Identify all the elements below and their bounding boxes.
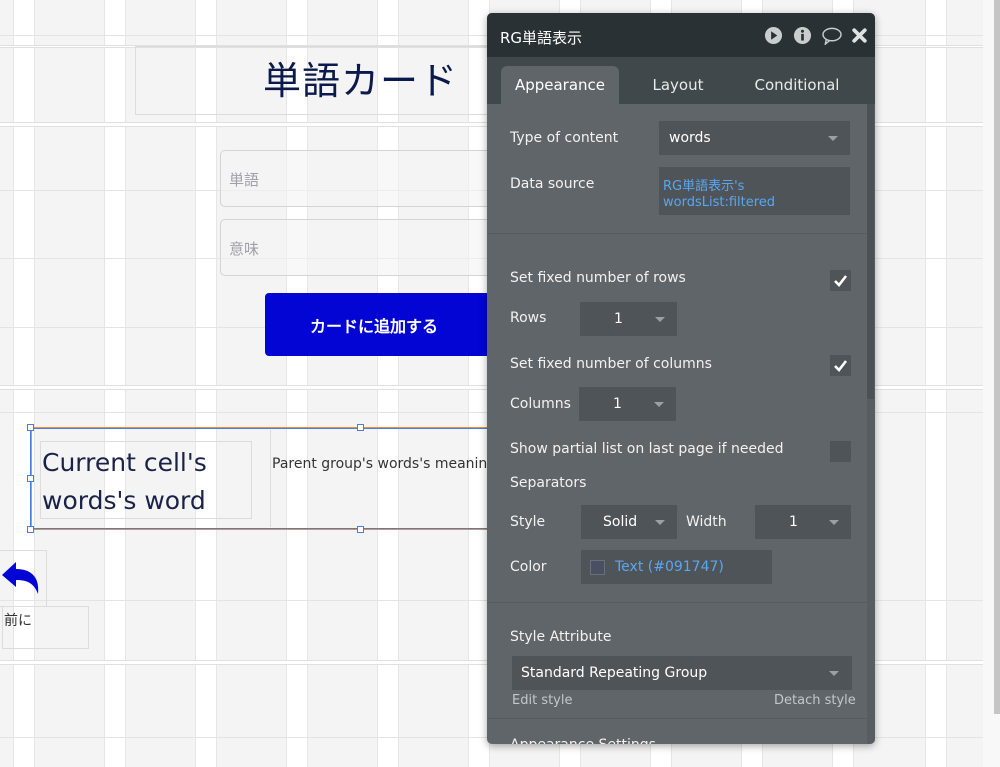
tab-layout[interactable]: Layout bbox=[627, 66, 729, 104]
selection-outline bbox=[30, 528, 490, 529]
grid-column-gap bbox=[104, 0, 126, 767]
word-input[interactable]: 単語 bbox=[220, 150, 500, 207]
resize-handle[interactable] bbox=[27, 475, 34, 482]
word-input-placeholder: 単語 bbox=[229, 171, 260, 189]
resize-handle[interactable] bbox=[357, 526, 364, 533]
section-divider bbox=[487, 602, 867, 603]
type-of-content-dropdown[interactable]: words bbox=[659, 121, 850, 155]
add-card-button[interactable]: カードに追加する bbox=[265, 293, 505, 356]
section-divider bbox=[487, 233, 867, 234]
back-label[interactable]: 前に bbox=[4, 610, 32, 630]
columns-dropdown[interactable]: 1 bbox=[579, 387, 676, 421]
grid-column-gap bbox=[195, 0, 217, 767]
separator-color-label: Color bbox=[510, 559, 547, 575]
section-divider bbox=[487, 718, 867, 719]
grid-column-gap bbox=[377, 0, 399, 767]
cell-meaning-box[interactable] bbox=[270, 430, 491, 527]
grid-column-gap bbox=[925, 0, 947, 767]
rows-label: Rows bbox=[510, 310, 547, 326]
tab-conditional[interactable]: Conditional bbox=[742, 66, 852, 104]
grid-column-gap bbox=[13, 0, 35, 767]
separator-color-picker[interactable]: Text (#091747) bbox=[581, 550, 772, 584]
separators-label: Separators bbox=[510, 475, 587, 491]
panel-tabs: Appearance Layout Conditional bbox=[487, 57, 875, 104]
checkmark-icon bbox=[834, 275, 848, 287]
tab-appearance[interactable]: Appearance bbox=[501, 66, 619, 104]
panel-header[interactable]: RG単語表示 bbox=[487, 13, 875, 57]
separator-color-value[interactable]: Text (#091747) bbox=[615, 559, 724, 575]
data-source-line2[interactable]: wordsList:filtered bbox=[663, 195, 775, 210]
columns-value: 1 bbox=[613, 396, 622, 412]
data-source-line1[interactable]: RG単語表示's bbox=[663, 175, 744, 194]
style-attribute-dropdown[interactable]: Standard Repeating Group bbox=[512, 656, 852, 690]
separator-style-dropdown[interactable]: Solid bbox=[581, 505, 677, 539]
grid-column-gap bbox=[286, 0, 308, 767]
chevron-down-icon bbox=[828, 136, 838, 141]
back-arrow-icon[interactable] bbox=[0, 556, 42, 598]
fixed-columns-label: Set fixed number of columns bbox=[510, 356, 712, 372]
page-scrollbar-thumb[interactable] bbox=[994, 0, 1000, 714]
chevron-down-icon bbox=[829, 671, 839, 676]
edit-style-link[interactable]: Edit style bbox=[512, 693, 572, 708]
type-of-content-label: Type of content bbox=[510, 130, 619, 146]
separator-width-value: 1 bbox=[789, 514, 798, 530]
fixed-rows-label: Set fixed number of rows bbox=[510, 270, 686, 286]
separator-width-label: Width bbox=[686, 514, 727, 530]
resize-handle[interactable] bbox=[27, 526, 34, 533]
detach-style-link[interactable]: Detach style bbox=[774, 693, 856, 708]
next-section-heading: Appearance Settings bbox=[510, 737, 656, 744]
data-source-label: Data source bbox=[510, 176, 595, 192]
partial-list-checkbox[interactable] bbox=[830, 441, 851, 462]
panel-body: Type of content words Data source RG単語表示… bbox=[487, 104, 875, 744]
chevron-down-icon bbox=[655, 317, 665, 322]
data-source-field[interactable]: RG単語表示's wordsList:filtered bbox=[659, 167, 850, 215]
checkmark-icon bbox=[834, 360, 848, 372]
style-attribute-value: Standard Repeating Group bbox=[521, 665, 708, 681]
play-icon[interactable] bbox=[764, 26, 783, 45]
meaning-input-placeholder: 意味 bbox=[229, 240, 260, 258]
separator-style-label: Style bbox=[510, 514, 546, 530]
chevron-down-icon bbox=[655, 520, 665, 525]
fixed-rows-checkbox[interactable] bbox=[830, 270, 851, 291]
cell-word-text[interactable]: Current cell's words's word bbox=[42, 444, 252, 520]
fixed-columns-checkbox[interactable] bbox=[830, 355, 851, 376]
partial-list-label: Show partial list on last page if needed bbox=[510, 441, 784, 457]
style-attribute-label: Style Attribute bbox=[510, 629, 612, 645]
rows-dropdown[interactable]: 1 bbox=[580, 302, 677, 336]
chevron-down-icon bbox=[654, 402, 664, 407]
selection-outline bbox=[30, 428, 490, 429]
comment-icon[interactable] bbox=[821, 26, 843, 45]
panel-scrollbar-thumb[interactable] bbox=[867, 104, 874, 399]
color-swatch[interactable] bbox=[590, 560, 605, 575]
panel-title: RG単語表示 bbox=[500, 29, 583, 47]
separator-style-value: Solid bbox=[603, 514, 638, 530]
page-title[interactable]: 単語カード bbox=[263, 50, 458, 105]
cell-meaning-text[interactable]: Parent group's words's meaning bbox=[272, 456, 487, 472]
separator-width-dropdown[interactable]: 1 bbox=[755, 505, 851, 539]
info-icon[interactable] bbox=[793, 26, 812, 45]
property-editor-panel: RG単語表示 Appearance Layout Conditional Typ… bbox=[487, 13, 875, 744]
columns-label: Columns bbox=[510, 396, 571, 412]
chevron-down-icon bbox=[829, 520, 839, 525]
close-icon[interactable] bbox=[851, 26, 868, 45]
resize-handle[interactable] bbox=[27, 424, 34, 431]
meaning-input[interactable]: 意味 bbox=[220, 219, 500, 276]
rows-value: 1 bbox=[614, 311, 623, 327]
type-of-content-value: words bbox=[669, 130, 711, 146]
